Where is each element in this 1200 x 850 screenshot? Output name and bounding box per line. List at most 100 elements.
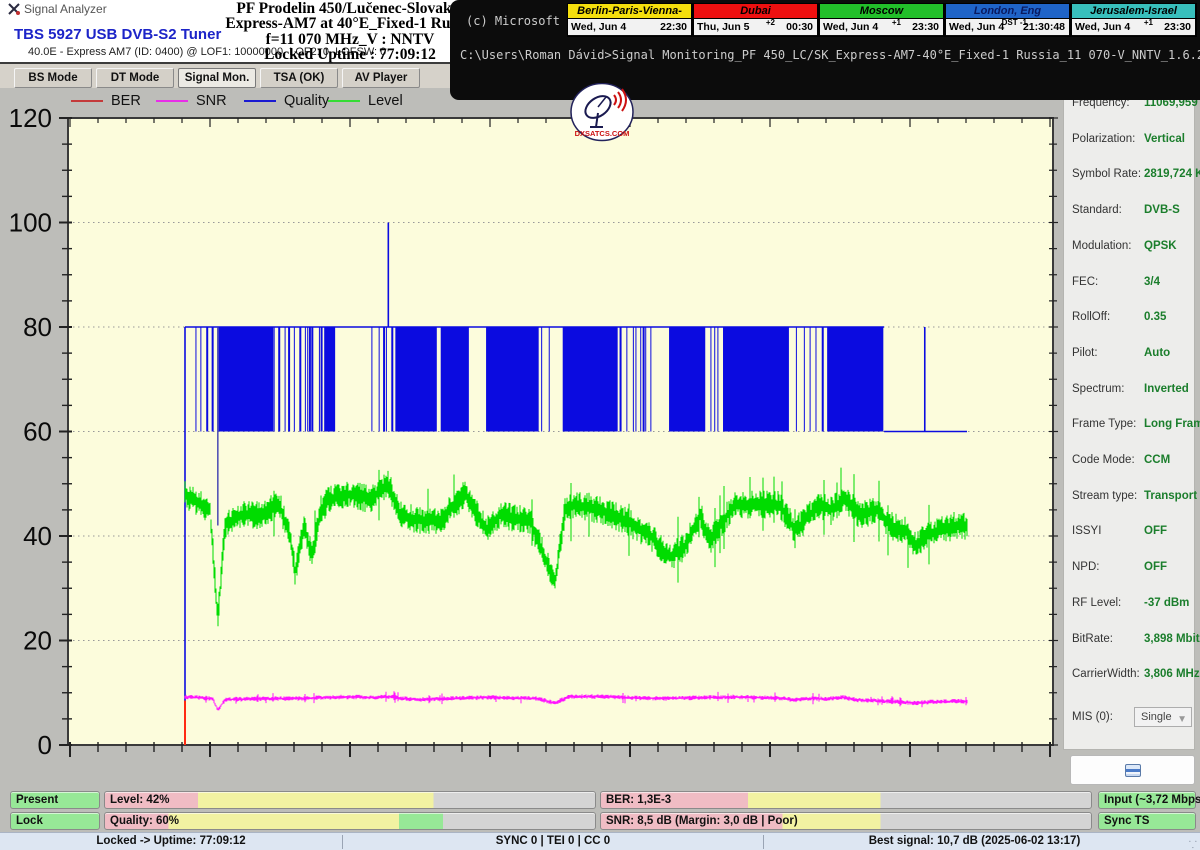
legend-line-sample xyxy=(71,100,103,102)
legend-line-sample xyxy=(156,100,188,102)
param-value: Vertical xyxy=(1144,133,1185,145)
legend-label: Quality xyxy=(284,93,329,109)
param-label: Frame Type: xyxy=(1072,418,1136,430)
dxsatcs-logo: DXSATCS.COM xyxy=(570,83,634,143)
tab-bs-mode[interactable]: BS Mode xyxy=(14,68,92,88)
mis-label: MIS (0): xyxy=(1072,711,1113,723)
indicator-bar-level: Level: 42% xyxy=(104,791,596,809)
resize-grip[interactable]: ⸪ xyxy=(1189,837,1198,850)
console-copyright-line: (c) Microsoft Co xyxy=(466,14,582,28)
param-value: 3,806 MHz xyxy=(1144,668,1200,680)
mis-select[interactable]: Single ▼ xyxy=(1134,707,1192,727)
indicator-bar-input: Input (~3,72 Mbps) xyxy=(1098,791,1196,809)
param-row-spectrum-: Spectrum:Inverted xyxy=(1064,383,1194,399)
clock-date: Wed, Jun 4 xyxy=(823,21,878,33)
param-value: Auto xyxy=(1144,347,1170,359)
param-row-carrierwidth-: CarrierWidth:3,806 MHz xyxy=(1064,668,1194,684)
signal-chart-area: 020406080100120 xyxy=(8,88,1058,788)
tab-dt-mode[interactable]: DT Mode xyxy=(96,68,174,88)
param-row-modulation-: Modulation: QPSK xyxy=(1064,240,1194,256)
clock-time: 22:30 xyxy=(660,21,687,33)
indicator-label: Sync TS xyxy=(1099,815,1149,827)
param-label: NPD: xyxy=(1072,561,1099,573)
legend-label: SNR xyxy=(196,93,227,109)
clock-datetime: Wed, Jun 4 22:30 xyxy=(568,19,691,35)
clock-time: 23:30 xyxy=(912,21,939,33)
indicator-label: BER: 1,3E-3 xyxy=(601,794,671,806)
clock-datetime: Wed, Jun 4+123:30 xyxy=(1072,19,1195,35)
param-row-stream-type-: Stream type:Transport xyxy=(1064,490,1194,506)
clock-city-label: Dubai xyxy=(694,4,817,19)
param-label: FEC: xyxy=(1072,276,1098,288)
indicator-label: SNR: 8,5 dB (Margin: 3,0 dB | Poor) xyxy=(601,815,798,827)
clock-city-label: London, Eng xyxy=(946,4,1069,19)
param-label: CarrierWidth: xyxy=(1072,668,1140,680)
param-value: OFF xyxy=(1144,561,1167,573)
clock-date: Wed, Jun 4 xyxy=(949,21,1004,33)
svg-text:60: 60 xyxy=(23,417,52,447)
indicator-bar-quality: Quality: 60% xyxy=(104,812,596,830)
chevron-down-icon: ▼ xyxy=(1177,711,1187,729)
param-label: BitRate: xyxy=(1072,633,1113,645)
console-command-line: C:\Users\Roman Dávid>Signal Monitoring_P… xyxy=(460,48,1200,62)
param-value: QPSK xyxy=(1144,240,1177,252)
param-label: Symbol Rate: xyxy=(1072,168,1141,180)
status-sync-counters: SYNC 0 | TEI 0 | CC 0 xyxy=(343,835,763,847)
tab-av-player[interactable]: AV Player xyxy=(342,68,420,88)
svg-text:80: 80 xyxy=(23,312,52,342)
param-row-rolloff-: RollOff: 0.35 xyxy=(1064,311,1194,327)
param-value: 2819,724 KS/s xyxy=(1144,168,1200,180)
signal-chart: 020406080100120 xyxy=(8,88,1058,788)
indicator-bar-present: Present xyxy=(10,791,100,809)
param-label: RF Level: xyxy=(1072,597,1121,609)
tab-tsa-ok-[interactable]: TSA (OK) xyxy=(260,68,338,88)
indicator-label: Present xyxy=(11,794,58,806)
param-row-rf-level-: RF Level: -37 dBm xyxy=(1064,597,1194,613)
param-value: Inverted xyxy=(1144,383,1189,395)
clock-offset: +1 xyxy=(892,18,901,27)
param-label: Modulation: xyxy=(1072,240,1131,252)
clock-time: 23:30 xyxy=(1164,21,1191,33)
clock-date: Wed, Jun 4 xyxy=(571,21,626,33)
list-icon xyxy=(1125,764,1141,777)
clock-dubai: Dubai Thu, Jun 5 +2 00:30 xyxy=(693,3,819,37)
parameter-panel: MIS (0): Single ▼ Frequency:11069,959 MH… xyxy=(1063,88,1195,750)
indicator-bar-lock: Lock xyxy=(10,812,100,830)
clock-date: Wed, Jun 4 xyxy=(1075,21,1130,33)
svg-text:100: 100 xyxy=(9,208,52,238)
clock-city-label: Moscow xyxy=(820,4,943,19)
param-label: Polarization: xyxy=(1072,133,1135,145)
mis-value: Single xyxy=(1141,711,1172,723)
clock-datetime: Thu, Jun 5 +2 00:30 xyxy=(694,19,817,35)
clock-datetime: Wed, Jun 4DST -121:30:48 xyxy=(946,19,1069,35)
clock-berlin-paris-vienna-roma: Berlin-Paris-Vienna-Roma Wed, Jun 4 22:30 xyxy=(567,3,693,37)
svg-text:0: 0 xyxy=(38,730,52,760)
param-label: RollOff: xyxy=(1072,311,1110,323)
clock-datetime: Wed, Jun 4 +1 23:30 xyxy=(820,19,943,35)
param-value: -37 dBm xyxy=(1144,597,1189,609)
status-bar: Locked -> Uptime: 77:09:12 SYNC 0 | TEI … xyxy=(0,832,1200,850)
param-value: 0.35 xyxy=(1144,311,1166,323)
param-value: 3,898 Mbit/s xyxy=(1144,633,1200,645)
indicator-bar-snr: SNR: 8,5 dB (Margin: 3,0 dB | Poor) xyxy=(600,812,1092,830)
tab-signal-mon-[interactable]: Signal Mon. xyxy=(178,68,256,88)
clock-offset: +2 xyxy=(766,18,775,27)
param-row-issyi: ISSYIOFF xyxy=(1064,525,1194,541)
param-row-frame-type-: Frame Type:Long Frame xyxy=(1064,418,1194,434)
indicator-label: Quality: 60% xyxy=(105,815,179,827)
clock-date: Thu, Jun 5 xyxy=(697,21,750,33)
clock-city-label: Berlin-Paris-Vienna-Roma xyxy=(568,4,691,19)
chart-legend: BER SNR Quality Level xyxy=(8,93,528,111)
param-row-polarization-: Polarization: Vertical xyxy=(1064,133,1194,149)
transport-list-button[interactable] xyxy=(1070,755,1195,785)
param-label: Pilot: xyxy=(1072,347,1098,359)
param-label: Stream type: xyxy=(1072,490,1137,502)
indicator-bar-ber: BER: 1,3E-3 xyxy=(600,791,1092,809)
status-best-signal: Best signal: 10,7 dB (2025-06-02 13:17) xyxy=(764,835,1185,847)
indicator-label: Level: 42% xyxy=(105,794,169,806)
clock-time: 00:30 xyxy=(786,21,813,33)
legend-label: BER xyxy=(111,93,141,109)
legend-label: Level xyxy=(368,93,403,109)
app-icon xyxy=(7,2,21,16)
status-uptime: Locked -> Uptime: 77:09:12 xyxy=(0,835,342,847)
